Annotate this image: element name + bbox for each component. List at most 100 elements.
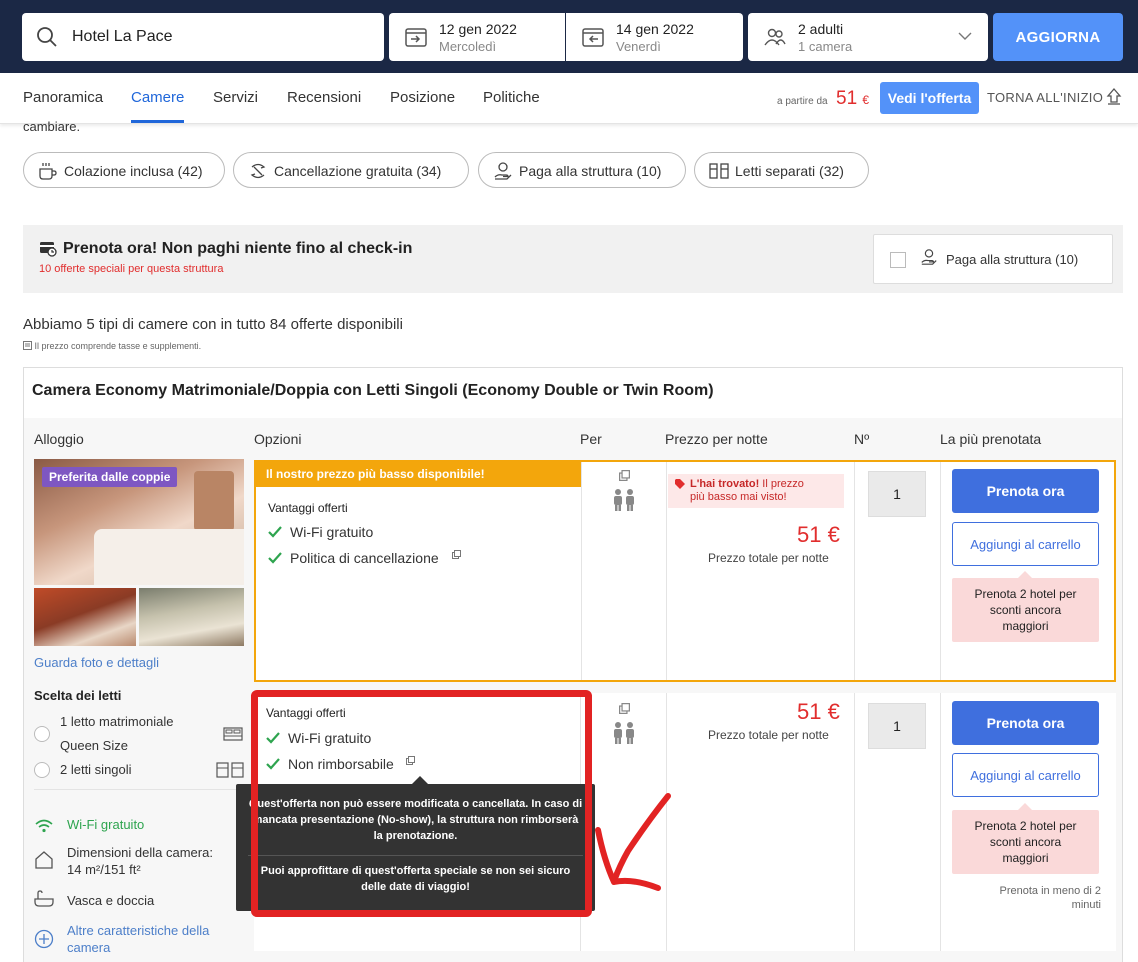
checkout-calendar-icon bbox=[582, 28, 604, 47]
feature-size-label: Dimensioni della camera: bbox=[67, 845, 213, 860]
coffee-cup-icon bbox=[39, 163, 57, 180]
price-label: Prezzo totale per notte bbox=[708, 551, 829, 565]
benefit-cancellation-link[interactable]: Politica di cancellazione bbox=[290, 550, 439, 566]
annotation-arrow-icon bbox=[595, 793, 671, 891]
wallet-clock-icon bbox=[40, 242, 57, 257]
nav-price-amount: 51 bbox=[836, 88, 858, 109]
price-note: Il prezzo comprende tasse e supplementi. bbox=[23, 341, 201, 351]
book-now-button[interactable]: Prenota ora bbox=[952, 469, 1099, 513]
plus-circle-icon[interactable] bbox=[34, 929, 54, 949]
check-icon bbox=[268, 526, 282, 538]
filter-breakfast[interactable]: Colazione inclusa (42) bbox=[23, 152, 225, 188]
info-doc-icon[interactable] bbox=[619, 703, 630, 714]
annotation-highlight-box bbox=[251, 690, 592, 917]
promo-line: sconti ancora bbox=[989, 603, 1062, 617]
price-note-text: Il prezzo comprende tasse e supplementi. bbox=[34, 341, 202, 351]
checkin-date: 12 gen 2022 bbox=[439, 21, 517, 37]
guests-selector[interactable]: 2 adulti 1 camera bbox=[748, 13, 988, 61]
book-now-button[interactable]: Prenota ora bbox=[952, 701, 1099, 745]
check-icon bbox=[268, 552, 282, 564]
filter-twin-beds[interactable]: Letti separati (32) bbox=[694, 152, 869, 188]
tab-services[interactable]: Servizi bbox=[213, 89, 258, 106]
checkin-date-picker[interactable]: 12 gen 2022 Mercoledì bbox=[389, 13, 565, 61]
from-label: a partire da bbox=[777, 96, 828, 107]
wifi-icon bbox=[35, 819, 53, 833]
hand-money-icon bbox=[921, 249, 937, 265]
checkin-day: Mercoledì bbox=[439, 39, 497, 54]
beds-heading: Scelta dei letti bbox=[34, 688, 122, 703]
checkout-date-picker[interactable]: 14 gen 2022 Venerdì bbox=[566, 13, 743, 61]
filter-free-cancellation-label: Cancellazione gratuita (34) bbox=[274, 163, 442, 179]
quantity-select[interactable]: 1 bbox=[868, 703, 926, 749]
book-now-title: Prenota ora! Non paghi niente fino al ch… bbox=[63, 240, 413, 257]
pay-at-property-checkbox[interactable] bbox=[890, 252, 906, 268]
pay-at-property-toggle[interactable]: Paga alla struttura (10) bbox=[873, 234, 1113, 284]
filter-free-cancellation[interactable]: Cancellazione gratuita (34) bbox=[233, 152, 469, 188]
arrow-up-icon[interactable] bbox=[1106, 87, 1122, 105]
pay-at-property-label: Paga alla struttura (10) bbox=[946, 252, 1079, 267]
tab-location[interactable]: Posizione bbox=[390, 89, 455, 106]
found-rest: Il prezzo bbox=[759, 478, 804, 490]
promo-line: maggiori bbox=[1002, 619, 1049, 633]
tab-overview[interactable]: Panoramica bbox=[23, 89, 103, 106]
promo-line: Prenota 2 hotel per bbox=[974, 587, 1077, 601]
active-tab-indicator bbox=[131, 120, 184, 123]
search-bar: 12 gen 2022 Mercoledì 14 gen 2022 Venerd… bbox=[0, 0, 1138, 73]
filter-breakfast-label: Colazione inclusa (42) bbox=[64, 163, 203, 179]
divider bbox=[666, 462, 667, 680]
room-photo-thumb-2[interactable] bbox=[139, 588, 244, 646]
hotel-search-box[interactable] bbox=[22, 13, 384, 61]
col-header-qty: Nº bbox=[854, 431, 870, 447]
bathtub-icon bbox=[34, 890, 54, 907]
divider bbox=[940, 693, 941, 951]
promo-line: sconti ancora bbox=[989, 835, 1062, 849]
bed-option-double-radio[interactable] bbox=[34, 726, 50, 742]
feature-bath: Vasca e doccia bbox=[67, 893, 155, 908]
bed-option-queen-label: Queen Size bbox=[60, 738, 128, 753]
view-offer-button[interactable]: Vedi l'offerta bbox=[880, 82, 979, 114]
offer-price: 51 € bbox=[797, 699, 840, 724]
promo-line: Prenota 2 hotel per bbox=[974, 819, 1077, 833]
filter-pay-at-property[interactable]: Paga alla struttura (10) bbox=[478, 152, 686, 188]
search-icon bbox=[37, 27, 57, 47]
col-header-price: Prezzo per notte bbox=[665, 431, 768, 447]
info-doc-icon[interactable] bbox=[619, 470, 630, 481]
photo-details-link[interactable]: Guarda foto e dettagli bbox=[34, 655, 159, 670]
clipped-text: cambiare. bbox=[23, 119, 81, 134]
two-guests-icon bbox=[614, 722, 634, 744]
lowest-price-found-badge: L'hai trovato! Il prezzo più basso mai vi… bbox=[668, 474, 844, 508]
tab-rooms[interactable]: Camere bbox=[131, 89, 184, 106]
update-button[interactable]: AGGIORNA bbox=[993, 13, 1123, 61]
nav-price-currency: € bbox=[862, 93, 870, 107]
divider bbox=[854, 462, 855, 680]
adults-count: 2 adulti bbox=[798, 21, 844, 37]
back-to-top-link[interactable]: TORNA ALL'INIZIO bbox=[987, 90, 1103, 105]
room-title-bar: Camera Economy Matrimoniale/Doppia con L… bbox=[24, 368, 1122, 418]
room-title: Camera Economy Matrimoniale/Doppia con L… bbox=[32, 382, 714, 399]
room-photo-gallery[interactable]: Preferita dalle coppie bbox=[34, 459, 244, 649]
cancellation-icon bbox=[250, 163, 266, 179]
bed-option-twin-radio[interactable] bbox=[34, 762, 50, 778]
tab-policies[interactable]: Politiche bbox=[483, 89, 540, 106]
lowest-price-banner: Il nostro prezzo più basso disponibile! bbox=[256, 462, 581, 487]
more-features-link-2[interactable]: camera bbox=[67, 940, 110, 955]
external-link-icon[interactable] bbox=[452, 550, 461, 559]
checkout-day: Venerdì bbox=[616, 39, 661, 54]
checkin-calendar-icon bbox=[405, 28, 427, 47]
divider bbox=[940, 462, 941, 680]
tab-reviews[interactable]: Recensioni bbox=[287, 89, 361, 106]
col-header-guests: Per bbox=[580, 431, 602, 447]
more-features-link[interactable]: Altre caratteristiche della bbox=[67, 923, 209, 938]
nav-price: 51 € bbox=[836, 88, 869, 110]
chevron-down-icon bbox=[958, 32, 972, 40]
room-photo-thumb-1[interactable] bbox=[34, 588, 136, 646]
bed-shape bbox=[94, 529, 244, 585]
add-to-cart-button[interactable]: Aggiungi al carrello bbox=[952, 753, 1099, 797]
benefits-heading: Vantaggi offerti bbox=[268, 501, 348, 515]
found-line2: più basso mai visto! bbox=[690, 491, 787, 503]
room-photo-main[interactable]: Preferita dalle coppie bbox=[34, 459, 244, 585]
add-to-cart-button[interactable]: Aggiungi al carrello bbox=[952, 522, 1099, 566]
offer-price: 51 € bbox=[797, 522, 840, 547]
quantity-select[interactable]: 1 bbox=[868, 471, 926, 517]
hotel-search-input[interactable] bbox=[72, 23, 372, 51]
